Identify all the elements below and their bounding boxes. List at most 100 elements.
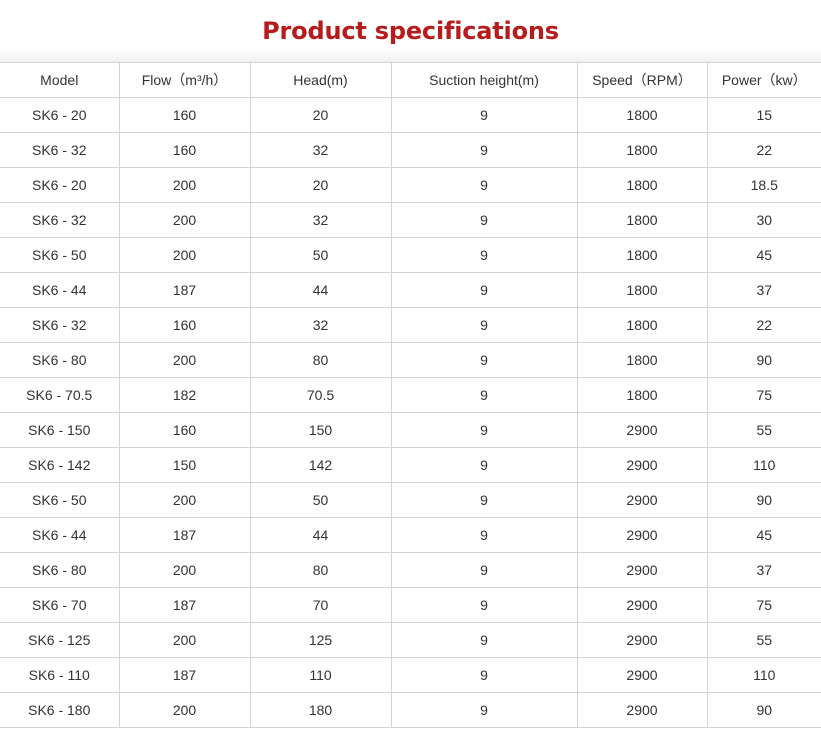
cell-flow: 187 — [118, 587, 251, 623]
cell-model: SK6 - 20 — [0, 167, 120, 203]
cell-speed: 1800 — [576, 167, 708, 203]
table-row: SK6 - 44 187 44 9 2900 45 — [0, 517, 821, 553]
cell-speed: 1800 — [576, 377, 708, 413]
cell-head: 70.5 — [249, 377, 392, 413]
cell-head: 44 — [249, 517, 392, 553]
cell-model: SK6 - 80 — [0, 552, 120, 588]
cell-suction-height: 9 — [390, 447, 578, 483]
cell-flow: 150 — [118, 447, 251, 483]
cell-model: SK6 - 150 — [0, 412, 120, 448]
cell-flow: 200 — [118, 237, 251, 273]
cell-suction-height: 9 — [390, 587, 578, 623]
cell-suction-height: 9 — [390, 202, 578, 238]
cell-head: 80 — [249, 552, 392, 588]
cell-model: SK6 - 50 — [0, 237, 120, 273]
cell-head: 125 — [249, 622, 392, 658]
cell-suction-height: 9 — [390, 307, 578, 343]
cell-speed: 2900 — [576, 447, 708, 483]
cell-speed: 1800 — [576, 237, 708, 273]
cell-speed: 2900 — [576, 622, 708, 658]
cell-suction-height: 9 — [390, 237, 578, 273]
cell-head: 44 — [249, 272, 392, 308]
table-row: SK6 - 150 160 150 9 2900 55 — [0, 412, 821, 448]
cell-speed: 1800 — [576, 202, 708, 238]
cell-suction-height: 9 — [390, 412, 578, 448]
table-row: SK6 - 44 187 44 9 1800 37 — [0, 272, 821, 308]
header-flow: Flow（m³/h） — [118, 62, 251, 98]
cell-head: 150 — [249, 412, 392, 448]
cell-suction-height: 9 — [390, 482, 578, 518]
cell-head: 180 — [249, 692, 392, 728]
table-header-row: Model Flow（m³/h） Head(m) Suction height(… — [0, 62, 821, 98]
cell-flow: 200 — [118, 622, 251, 658]
table-row: SK6 - 32 160 32 9 1800 22 — [0, 132, 821, 168]
cell-head: 20 — [249, 97, 392, 133]
cell-head: 50 — [249, 482, 392, 518]
cell-power: 90 — [706, 482, 821, 518]
cell-model: SK6 - 70.5 — [0, 377, 120, 413]
cell-suction-height: 9 — [390, 167, 578, 203]
cell-power: 90 — [706, 342, 821, 378]
cell-power: 37 — [706, 552, 821, 588]
cell-power: 30 — [706, 202, 821, 238]
cell-power: 18.5 — [706, 167, 821, 203]
cell-model: SK6 - 44 — [0, 272, 120, 308]
table-row: SK6 - 125 200 125 9 2900 55 — [0, 622, 821, 658]
header-model: Model — [0, 62, 120, 98]
cell-speed: 2900 — [576, 692, 708, 728]
cell-model: SK6 - 32 — [0, 307, 120, 343]
header-suction-height: Suction height(m) — [390, 62, 578, 98]
cell-model: SK6 - 125 — [0, 622, 120, 658]
cell-flow: 200 — [118, 167, 251, 203]
cell-model: SK6 - 70 — [0, 587, 120, 623]
cell-model: SK6 - 142 — [0, 447, 120, 483]
cell-speed: 1800 — [576, 342, 708, 378]
cell-flow: 160 — [118, 412, 251, 448]
spec-table: Model Flow（m³/h） Head(m) Suction height(… — [0, 62, 821, 728]
cell-power: 22 — [706, 132, 821, 168]
cell-flow: 200 — [118, 342, 251, 378]
table-row: SK6 - 32 200 32 9 1800 30 — [0, 202, 821, 238]
cell-head: 32 — [249, 132, 392, 168]
cell-head: 32 — [249, 202, 392, 238]
cell-speed: 2900 — [576, 587, 708, 623]
table-row: SK6 - 70 187 70 9 2900 75 — [0, 587, 821, 623]
cell-speed: 2900 — [576, 657, 708, 693]
table-row: SK6 - 180 200 180 9 2900 90 — [0, 692, 821, 728]
cell-suction-height: 9 — [390, 132, 578, 168]
cell-suction-height: 9 — [390, 552, 578, 588]
table-body: SK6 - 20 160 20 9 1800 15 SK6 - 32 160 32 9 1800 22… — [0, 97, 821, 728]
cell-flow: 160 — [118, 307, 251, 343]
table-row: SK6 - 50 200 50 9 1800 45 — [0, 237, 821, 273]
cell-model: SK6 - 80 — [0, 342, 120, 378]
cell-power: 55 — [706, 622, 821, 658]
page-title: Product specifications — [262, 17, 559, 45]
cell-flow: 200 — [118, 482, 251, 518]
cell-head: 142 — [249, 447, 392, 483]
table-row: SK6 - 20 160 20 9 1800 15 — [0, 97, 821, 133]
cell-head: 110 — [249, 657, 392, 693]
cell-power: 75 — [706, 587, 821, 623]
cell-speed: 2900 — [576, 552, 708, 588]
header-speed: Speed（RPM） — [576, 62, 708, 98]
cell-flow: 200 — [118, 202, 251, 238]
table-row: SK6 - 70.5 182 70.5 9 1800 75 — [0, 377, 821, 413]
cell-suction-height: 9 — [390, 657, 578, 693]
header-head: Head(m) — [249, 62, 392, 98]
cell-flow: 187 — [118, 657, 251, 693]
table-row: SK6 - 80 200 80 9 2900 37 — [0, 552, 821, 588]
cell-flow: 187 — [118, 517, 251, 553]
cell-power: 75 — [706, 377, 821, 413]
cell-speed: 2900 — [576, 517, 708, 553]
table-row: SK6 - 110 187 110 9 2900 110 — [0, 657, 821, 693]
cell-suction-height: 9 — [390, 517, 578, 553]
cell-power: 45 — [706, 237, 821, 273]
cell-speed: 1800 — [576, 97, 708, 133]
cell-power: 37 — [706, 272, 821, 308]
cell-model: SK6 - 20 — [0, 97, 120, 133]
cell-suction-height: 9 — [390, 692, 578, 728]
cell-flow: 187 — [118, 272, 251, 308]
cell-flow: 200 — [118, 692, 251, 728]
cell-head: 70 — [249, 587, 392, 623]
cell-flow: 160 — [118, 132, 251, 168]
